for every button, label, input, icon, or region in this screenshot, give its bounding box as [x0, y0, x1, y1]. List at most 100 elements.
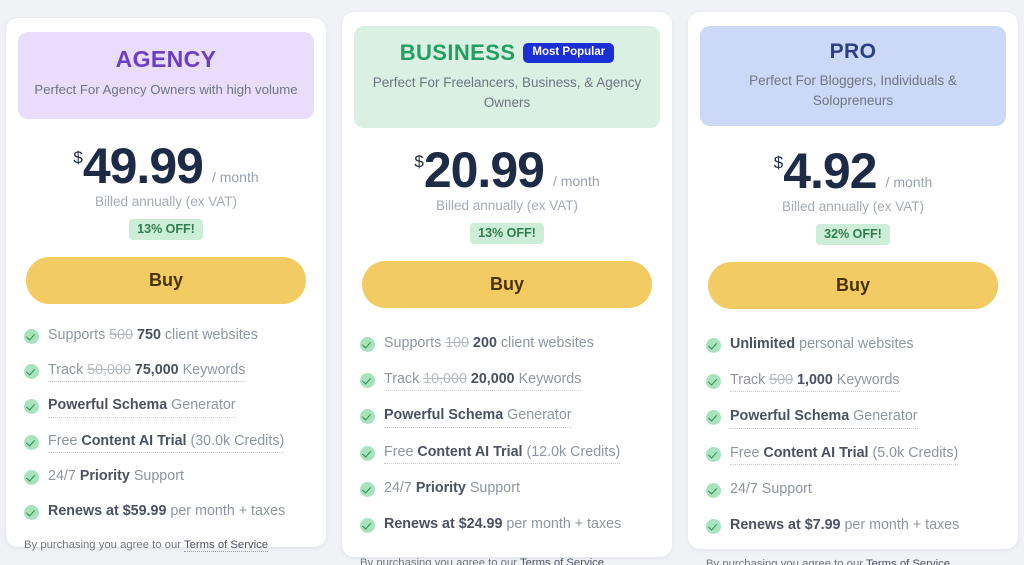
check-circle-icon: [360, 445, 375, 461]
feature-text: 24/7 Support: [730, 481, 812, 498]
price-period: / month: [552, 173, 600, 190]
price-block: $4.92/ month Billed annually (ex VAT): [688, 126, 1018, 214]
plan-title-row: BUSINESS Most Popular: [368, 40, 646, 66]
check-circle-icon: [24, 434, 39, 450]
feature-item: 24/7 Priority Support: [360, 479, 654, 500]
feature-list: Unlimited personal websites Track 500 1,0…: [688, 309, 1018, 551]
check-circle-icon: [706, 519, 721, 535]
check-circle-icon: [360, 482, 375, 498]
feature-text: Unlimited personal websites: [730, 336, 914, 353]
price-row: $4.92/ month: [688, 146, 1018, 196]
plan-subtitle: Perfect For Agency Owners with high volu…: [34, 82, 298, 97]
plan-title-row: PRO: [714, 40, 992, 64]
feature-item: Track 500 1,000 Keywords: [706, 371, 1000, 393]
check-circle-icon: [706, 373, 721, 389]
check-circle-icon: [706, 338, 721, 354]
terms-of-service-link[interactable]: Terms of Service: [519, 556, 605, 565]
feature-text: Powerful Schema Generator: [48, 396, 236, 418]
discount-badge: 32% OFF!: [816, 224, 890, 246]
price-amount: 49.99: [82, 138, 204, 195]
feature-list: Supports 100 200 client websites Track 10…: [342, 308, 672, 550]
price-row: $20.99/ month: [342, 145, 672, 195]
terms-footer: By purchasing you agree to our Terms of …: [342, 551, 672, 565]
discount-badge: 13% OFF!: [470, 223, 544, 245]
check-circle-icon: [24, 505, 39, 521]
plan-header-agency: AGENCY Perfect For Agency Owners with hig…: [18, 32, 314, 120]
plan-title: BUSINESS: [399, 40, 516, 65]
pricing-card-business: BUSINESS Most Popular Perfect For Freelanc…: [342, 12, 672, 565]
feature-text: Supports 100 200 client websites: [384, 335, 594, 352]
currency-symbol: $: [773, 153, 784, 173]
feature-item: Supports 100 200 client websites: [360, 334, 654, 355]
terms-text: By purchasing you agree to our: [24, 538, 184, 551]
feature-item: Powerful Schema Generator: [706, 407, 1000, 429]
price-amount: 20.99: [423, 142, 545, 199]
pricing-card-agency: AGENCY Perfect For Agency Owners with hig…: [6, 18, 326, 552]
plan-header-pro: PRO Perfect For Bloggers, Individuals & S…: [700, 26, 1006, 127]
check-circle-icon: [706, 446, 721, 462]
currency-symbol: $: [414, 152, 424, 172]
price-row: $49.99/ month: [6, 141, 326, 191]
feature-text: Track 50,000 75,000 Keywords: [48, 361, 246, 383]
buy-button-pro[interactable]: Buy: [708, 262, 998, 310]
feature-item: 24/7 Priority Support: [24, 467, 308, 488]
feature-text: Supports 500 750 client websites: [48, 327, 258, 344]
feature-text: 24/7 Priority Support: [384, 480, 520, 497]
buy-button-row: Buy: [6, 240, 326, 305]
feature-item: Unlimited personal websites: [706, 335, 1000, 356]
terms-footer: By purchasing you agree to our Terms of …: [6, 537, 326, 565]
feature-item: Track 50,000 75,000 Keywords: [24, 361, 308, 383]
feature-text: Powerful Schema Generator: [384, 406, 572, 428]
check-circle-icon: [24, 399, 39, 415]
plan-header-business: BUSINESS Most Popular Perfect For Freelanc…: [354, 26, 660, 129]
feature-text: Renews at $24.99 per month + taxes: [384, 516, 622, 533]
plan-title: PRO: [829, 40, 877, 63]
feature-text: Renews at $59.99 per month + taxes: [48, 503, 286, 520]
plan-title: AGENCY: [115, 46, 217, 72]
feature-text: 24/7 Priority Support: [48, 468, 184, 485]
discount-row: 32% OFF!: [688, 224, 1018, 246]
feature-text: Free Content AI Trial (30.0k Credits): [48, 432, 285, 454]
price-period: / month: [211, 169, 259, 186]
feature-item: Renews at $7.99 per month + taxes: [706, 516, 1000, 537]
feature-item: Renews at $59.99 per month + taxes: [24, 502, 308, 523]
feature-text: Free Content AI Trial (12.0k Credits): [384, 443, 621, 465]
feature-text: Powerful Schema Generator: [730, 407, 918, 429]
discount-row: 13% OFF!: [342, 223, 672, 245]
price-amount: 4.92: [783, 143, 877, 200]
check-circle-icon: [24, 470, 39, 486]
billed-note: Billed annually (ex VAT): [435, 198, 579, 214]
most-popular-badge: Most Popular: [523, 42, 615, 64]
feature-text: Track 500 1,000 Keywords: [730, 371, 900, 393]
price-block: $49.99/ month Billed annually (ex VAT): [6, 119, 326, 209]
feature-item: Renews at $24.99 per month + taxes: [360, 515, 654, 536]
pricing-card-pro: PRO Perfect For Bloggers, Individuals & S…: [688, 12, 1018, 565]
feature-item: Powerful Schema Generator: [360, 406, 654, 428]
pricing-table: AGENCY Perfect For Agency Owners with hig…: [0, 0, 1024, 565]
terms-of-service-link[interactable]: Terms of Service: [183, 538, 269, 552]
buy-button-agency[interactable]: Buy: [26, 257, 306, 305]
feature-item: Powerful Schema Generator: [24, 396, 308, 418]
buy-button-row: Buy: [688, 245, 1018, 310]
check-circle-icon: [360, 409, 375, 425]
feature-item: Free Content AI Trial (30.0k Credits): [24, 432, 308, 454]
price-period: / month: [885, 174, 933, 191]
price-block: $20.99/ month Billed annually (ex VAT): [342, 128, 672, 213]
feature-text: Track 10,000 20,000 Keywords: [384, 370, 582, 392]
check-circle-icon: [360, 372, 375, 388]
check-circle-icon: [706, 410, 721, 426]
currency-symbol: $: [73, 148, 83, 168]
feature-item: Supports 500 750 client websites: [24, 326, 308, 347]
feature-item: Track 10,000 20,000 Keywords: [360, 370, 654, 392]
feature-item: Free Content AI Trial (5.0k Credits): [706, 444, 1000, 466]
check-circle-icon: [360, 337, 375, 353]
terms-text: By purchasing you agree to our: [360, 556, 520, 565]
terms-of-service-link[interactable]: Terms of Service: [865, 557, 951, 565]
billed-note: Billed annually (ex VAT): [94, 194, 238, 210]
buy-button-business[interactable]: Buy: [362, 261, 652, 309]
plan-subtitle: Perfect For Freelancers, Business, & Age…: [372, 75, 642, 110]
feature-list: Supports 500 750 client websites Track 50…: [6, 304, 326, 536]
feature-item: Free Content AI Trial (12.0k Credits): [360, 443, 654, 465]
billed-note: Billed annually (ex VAT): [781, 199, 925, 215]
plan-subtitle: Perfect For Bloggers, Individuals & Solo…: [749, 73, 957, 108]
